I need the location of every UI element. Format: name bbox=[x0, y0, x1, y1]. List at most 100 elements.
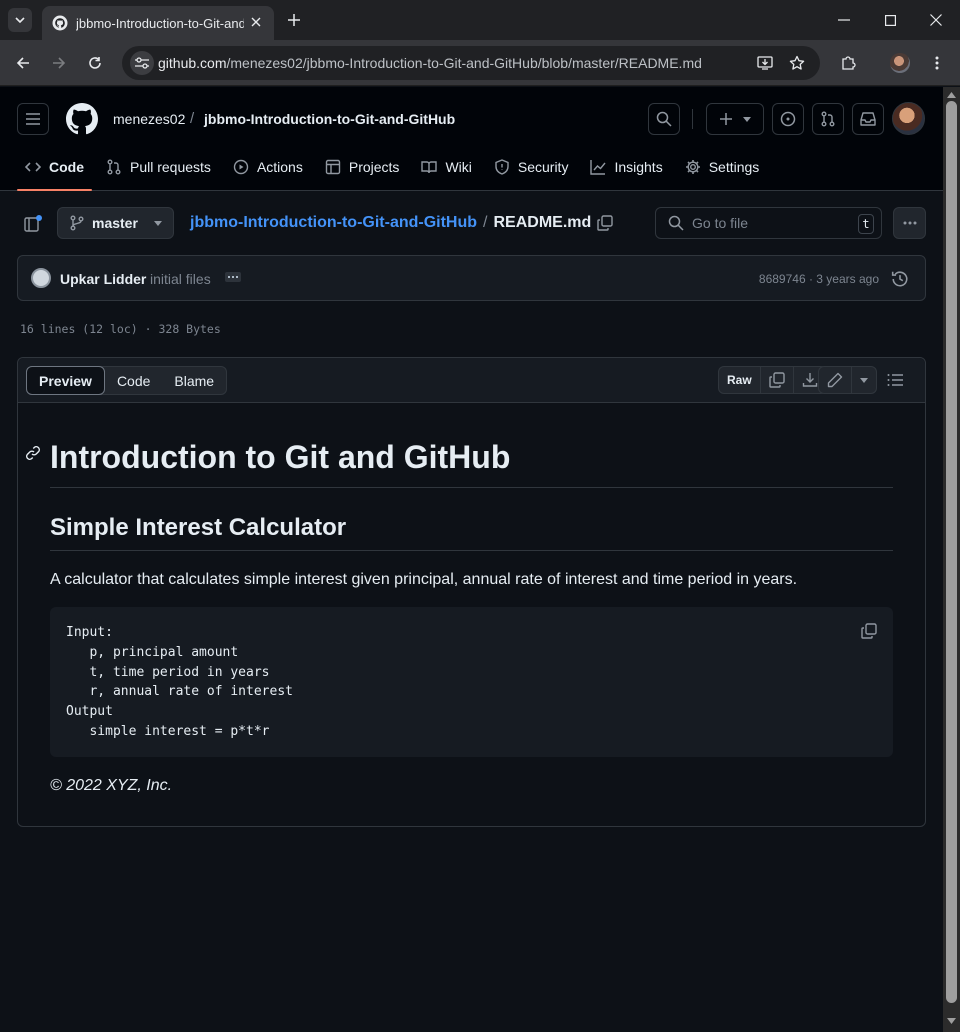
copy-raw-button[interactable] bbox=[761, 367, 794, 393]
outline-button[interactable] bbox=[885, 366, 905, 394]
global-menu-button[interactable] bbox=[17, 103, 49, 135]
commit-meta[interactable]: 8689746 · 3 years ago bbox=[759, 272, 879, 286]
tab-insights[interactable]: Insights bbox=[582, 151, 670, 183]
header-divider bbox=[692, 109, 693, 129]
install-app-icon[interactable] bbox=[753, 51, 777, 75]
new-tab-button[interactable] bbox=[282, 8, 306, 32]
bookmark-star-icon[interactable] bbox=[785, 51, 809, 75]
tab-wiki[interactable]: Wiki bbox=[413, 151, 479, 183]
scroll-up-icon bbox=[947, 92, 956, 98]
github-favicon-icon bbox=[52, 15, 68, 31]
more-options-button[interactable] bbox=[893, 207, 926, 239]
code-line: simple interest = p*t*r bbox=[66, 723, 270, 739]
pull-requests-button[interactable] bbox=[812, 103, 844, 135]
owner-repo-separator: / bbox=[190, 110, 195, 127]
minimize-button[interactable] bbox=[832, 8, 856, 32]
kebab-menu-icon bbox=[935, 56, 939, 70]
tab-wiki-label: Wiki bbox=[445, 159, 472, 175]
tab-security[interactable]: Security bbox=[486, 151, 577, 183]
branch-selector[interactable]: master bbox=[57, 207, 174, 239]
forward-button[interactable] bbox=[47, 51, 71, 75]
inbox-icon bbox=[860, 112, 876, 126]
go-to-file-input[interactable]: Go to file t bbox=[655, 207, 882, 239]
pull-request-icon bbox=[106, 159, 122, 175]
close-icon bbox=[930, 14, 942, 26]
edit-file-button[interactable] bbox=[819, 367, 852, 393]
raw-button[interactable]: Raw bbox=[719, 367, 761, 393]
copy-code-button[interactable] bbox=[857, 619, 881, 643]
tab-actions-label: Actions bbox=[256, 159, 303, 175]
commit-message[interactable]: initial files bbox=[150, 271, 211, 287]
commit-author-avatar[interactable] bbox=[31, 268, 51, 288]
readme-subheading: Simple Interest Calculator bbox=[50, 512, 893, 551]
address-bar[interactable]: github.com/menezes02/jbbmo-Introduction-… bbox=[122, 46, 820, 80]
inbox-button[interactable] bbox=[852, 103, 884, 135]
tab-settings[interactable]: Settings bbox=[677, 151, 768, 183]
breadcrumb: jbbmo-Introduction-to-Git-and-GitHub / R… bbox=[190, 214, 613, 232]
kebab-horizontal-icon bbox=[903, 221, 916, 225]
reload-icon bbox=[89, 57, 101, 69]
raw-copy-download-group: Raw bbox=[718, 366, 827, 394]
scrollbar-thumb[interactable] bbox=[946, 101, 957, 1003]
expand-file-tree-button[interactable] bbox=[17, 208, 49, 240]
chevron-down-icon bbox=[15, 17, 25, 23]
expand-commit-message-button[interactable] bbox=[225, 272, 241, 282]
repo-link[interactable]: jbbmo-Introduction-to-Git-and-GitHub bbox=[204, 111, 455, 127]
go-to-file-placeholder: Go to file bbox=[692, 215, 749, 231]
back-button[interactable] bbox=[11, 51, 35, 75]
arrow-right-icon bbox=[53, 57, 66, 69]
file-viewer-toolbar: Preview Code Blame Raw bbox=[18, 358, 925, 403]
pull-request-icon bbox=[821, 111, 835, 127]
hamburger-icon bbox=[26, 113, 40, 125]
tab-actions[interactable]: Actions bbox=[225, 151, 311, 183]
readme-heading: Introduction to Git and GitHub bbox=[50, 437, 893, 488]
commit-author[interactable]: Upkar Lidder bbox=[60, 271, 146, 287]
browser-tab[interactable]: jbbmo-Introduction-to-Git-and-GitHub bbox=[42, 6, 274, 40]
owner-link[interactable]: menezes02 bbox=[113, 111, 185, 127]
browser-tabstrip: jbbmo-Introduction-to-Git-and-GitHub bbox=[0, 0, 960, 40]
close-window-button[interactable] bbox=[924, 8, 948, 32]
create-new-button[interactable] bbox=[706, 103, 764, 135]
copy-icon bbox=[861, 623, 877, 639]
code-line: Input: bbox=[66, 625, 113, 640]
breadcrumb-repo-link[interactable]: jbbmo-Introduction-to-Git-and-GitHub bbox=[190, 214, 477, 232]
profile-button[interactable] bbox=[888, 51, 912, 75]
github-logo-icon[interactable] bbox=[66, 103, 98, 140]
tab-projects[interactable]: Projects bbox=[317, 151, 408, 183]
triangle-down-icon bbox=[860, 377, 868, 383]
tab-preview[interactable]: Preview bbox=[26, 366, 105, 395]
sidebar-expand-icon bbox=[24, 215, 42, 232]
tab-blame[interactable]: Blame bbox=[162, 367, 226, 394]
gear-icon bbox=[685, 159, 701, 175]
site-info-button[interactable] bbox=[130, 51, 154, 75]
plus-icon bbox=[288, 14, 300, 26]
browser-menu-button[interactable] bbox=[925, 51, 949, 75]
maximize-button[interactable] bbox=[878, 8, 902, 32]
history-icon[interactable] bbox=[891, 270, 909, 293]
extensions-button[interactable] bbox=[836, 51, 860, 75]
search-button[interactable] bbox=[648, 103, 680, 135]
readme-footer: © 2022 XYZ, Inc. bbox=[50, 777, 173, 794]
close-tab-icon[interactable] bbox=[248, 14, 264, 30]
tab-search-button[interactable] bbox=[8, 8, 32, 32]
shortcut-key: t bbox=[858, 214, 874, 234]
minimize-icon bbox=[838, 19, 850, 21]
tab-code[interactable]: Code bbox=[17, 151, 92, 191]
issues-button[interactable] bbox=[772, 103, 804, 135]
profile-avatar bbox=[890, 53, 910, 73]
pencil-icon bbox=[827, 372, 843, 388]
link-icon[interactable] bbox=[25, 445, 41, 466]
edit-options-dropdown[interactable] bbox=[852, 367, 876, 393]
maximize-icon bbox=[884, 14, 896, 26]
shield-icon bbox=[494, 159, 510, 175]
tab-security-label: Security bbox=[517, 159, 569, 175]
tab-code-view[interactable]: Code bbox=[105, 367, 162, 394]
copy-path-icon[interactable] bbox=[597, 215, 613, 231]
user-avatar[interactable] bbox=[892, 102, 925, 135]
search-icon bbox=[656, 111, 672, 127]
reload-button[interactable] bbox=[83, 51, 107, 75]
scroll-down-icon bbox=[947, 1018, 956, 1024]
edit-group bbox=[818, 366, 877, 394]
tab-pull-requests[interactable]: Pull requests bbox=[98, 151, 219, 183]
page-scrollbar[interactable] bbox=[943, 87, 960, 1032]
